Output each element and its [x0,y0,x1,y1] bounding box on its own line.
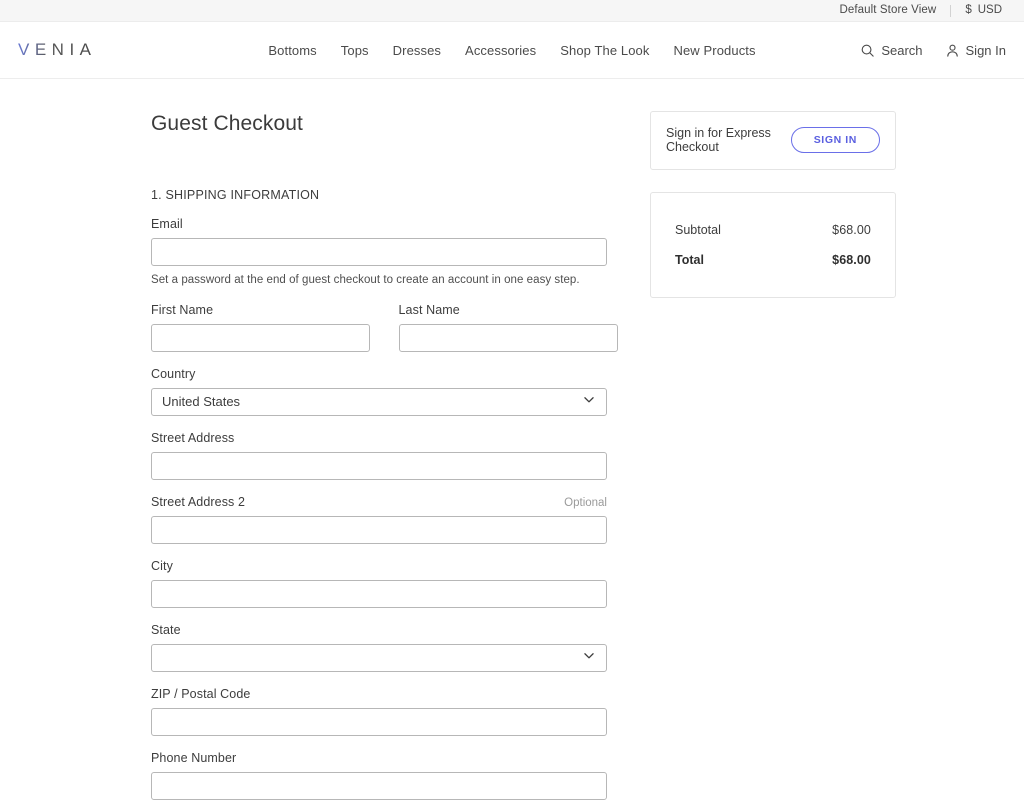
site-header: VENIA Bottoms Tops Dresses Accessories S… [0,22,1024,79]
utility-topbar: Default Store View $ USD [0,0,1024,22]
venia-logo[interactable]: VENIA [18,40,97,60]
street-address-input[interactable] [151,452,607,480]
express-checkout-card: Sign in for Express Checkout SIGN IN [650,111,896,170]
nav-item-accessories[interactable]: Accessories [465,43,536,58]
country-select-wrap: United States [151,388,607,416]
signin-label: Sign In [965,42,1006,58]
field-city: City [151,559,628,608]
last-name-label: Last Name [398,303,460,317]
shipping-form-column: Guest Checkout 1. SHIPPING INFORMATION E… [18,79,628,810]
field-state: State [151,623,628,672]
nav-item-tops[interactable]: Tops [341,43,369,58]
checkout-page: Guest Checkout 1. SHIPPING INFORMATION E… [0,79,1024,810]
user-icon [945,43,960,58]
field-last-name: Last Name [398,303,629,352]
email-helper-text: Set a password at the end of guest check… [151,274,580,286]
street-address-2-input[interactable] [151,516,607,544]
field-first-name: First Name [151,303,381,352]
state-label: State [151,623,181,637]
summary-row-total: Total $68.00 [675,253,871,267]
nav-item-new-products[interactable]: New Products [673,43,755,58]
nav-item-dresses[interactable]: Dresses [393,43,441,58]
field-zip: ZIP / Postal Code [151,687,628,736]
total-label: Total [675,252,704,267]
order-summary-card: Subtotal $68.00 Total $68.00 [650,191,896,298]
nav-item-shop-the-look[interactable]: Shop The Look [560,43,649,58]
name-row: First Name Last Name [151,303,628,352]
street-address-2-label: Street Address 2 [151,495,246,509]
field-phone: Phone Number [151,751,628,800]
street-address-label: Street Address [151,431,235,445]
signin-button[interactable]: Sign In [945,43,1006,58]
street-address-2-optional-hint: Optional [564,497,607,509]
field-street-address-2: Street Address 2 Optional [151,495,628,544]
email-label: Email [151,217,183,231]
subtotal-label: Subtotal [675,222,721,237]
field-street-address: Street Address [151,431,628,480]
country-select[interactable]: United States [151,388,607,416]
main-navigation: Bottoms Tops Dresses Accessories Shop Th… [268,43,755,58]
section-heading-shipping: 1. SHIPPING INFORMATION [151,188,320,202]
store-view-switcher[interactable]: Default Store View [825,0,950,21]
city-input[interactable] [151,580,607,608]
summary-row-subtotal: Subtotal $68.00 [675,223,871,237]
last-name-input[interactable] [398,324,618,352]
email-input[interactable] [151,238,607,266]
field-country: Country United States [151,367,628,416]
total-value: $68.00 [832,252,871,267]
zip-label: ZIP / Postal Code [151,687,251,701]
zip-input[interactable] [151,708,607,736]
phone-label: Phone Number [151,751,237,765]
field-email: Email Set a password at the end of guest… [151,217,628,286]
checkout-sidebar: Sign in for Express Checkout SIGN IN Sub… [650,79,896,810]
country-label: Country [151,367,196,381]
express-signin-button[interactable]: SIGN IN [790,127,880,154]
city-label: City [151,559,173,573]
nav-item-bottoms[interactable]: Bottoms [268,43,316,58]
header-actions: Search Sign In [860,43,1006,58]
currency-symbol: $ [965,4,972,16]
search-label: Search [881,42,923,58]
subtotal-value: $68.00 [832,222,871,237]
street-address-2-label-row: Street Address 2 Optional [151,495,607,516]
first-name-input[interactable] [151,324,370,352]
first-name-label: First Name [151,303,214,317]
phone-input[interactable] [151,772,607,800]
currency-code: USD [977,4,1002,16]
search-button[interactable]: Search [860,42,923,58]
state-select[interactable] [151,644,607,672]
currency-switcher[interactable]: $ USD [951,0,1006,21]
page-title: Guest Checkout [151,112,303,135]
state-select-wrap [151,644,607,672]
search-icon [860,43,875,58]
express-checkout-text: Sign in for Express Checkout [666,126,771,155]
